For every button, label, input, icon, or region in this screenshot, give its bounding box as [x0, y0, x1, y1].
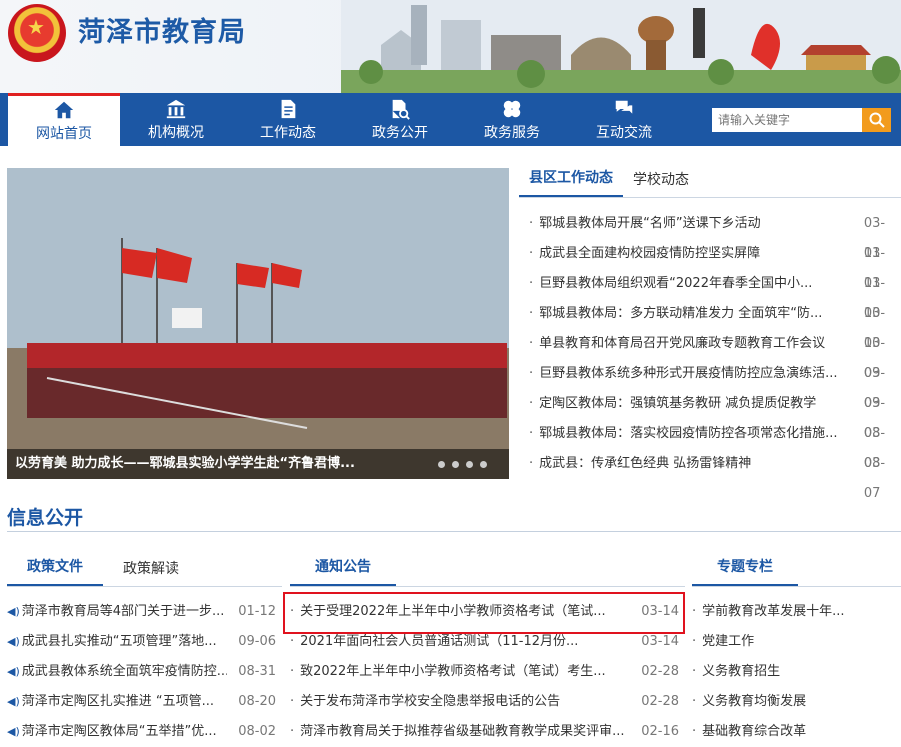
topic-item[interactable]: · 基础教育综合改革 — [692, 717, 901, 747]
policy-tabs: 政策文件 政策解读 — [7, 552, 282, 587]
document-icon — [281, 99, 296, 118]
news-item[interactable]: · 郓城县教体局：多方联动精准发力 全面筑牢“防... 03-10 — [519, 299, 901, 351]
county-news-panel: 县区工作动态 学校动态 · 郓城县教体局开展“名师”送课下乡活动 03-11 · 成武… — [519, 163, 901, 501]
news-item[interactable]: · 巨野县教体系统多种形式开展疫情防控应急演练活... 03-09 — [519, 359, 901, 411]
tab-notices[interactable]: 通知公告 — [290, 556, 396, 586]
topics-panel: 专题专栏 · 学前教育改革发展十年... · 党建工作 · 义务教育招生 · 义务教育均… — [692, 552, 901, 747]
news-slider[interactable]: 以劳育美 助力成长——郓城县实验小学学生赴“齐鲁君博... — [7, 168, 509, 479]
news-item[interactable]: · 巨野县教体局组织观看“2022年春季全国中小... 03-10 — [519, 269, 901, 321]
nav-home-label: 网站首页 — [36, 126, 92, 142]
search-input[interactable] — [712, 107, 862, 132]
topic-item[interactable]: · 学前教育改革发展十年... — [692, 597, 901, 627]
policy-item[interactable]: ◀) 菏泽市教育局等4部门关于进一步... 01-12 — [7, 597, 282, 627]
search-button[interactable] — [862, 107, 891, 132]
nav-organization-label: 机构概况 — [148, 124, 204, 141]
slider-dots — [438, 461, 487, 468]
policy-item[interactable]: ◀) 成武县扎实推动“五项管理”落地... 09-06 — [7, 627, 282, 657]
news-tabs: 县区工作动态 学校动态 — [519, 163, 901, 198]
tab-special-topics[interactable]: 专题专栏 — [692, 556, 798, 586]
main-nav: 网站首页 机构概况 工作动态 政务公开 政务服务 互动交流 — [0, 93, 901, 146]
topic-item[interactable]: · 党建工作 — [692, 627, 901, 657]
speaker-icon: ◀) — [7, 605, 20, 618]
nav-organization[interactable]: 机构概况 — [120, 93, 232, 146]
policy-list: ◀) 菏泽市教育局等4部门关于进一步... 01-12 ◀) 成武县扎实推动“五项管理… — [7, 597, 282, 747]
slide-photo — [7, 168, 509, 479]
speaker-icon: ◀) — [7, 635, 20, 648]
tab-policy-documents[interactable]: 政策文件 — [7, 556, 103, 586]
policy-item[interactable]: ◀) 菏泽市定陶区教体局“五举措”优... 08-02 — [7, 717, 282, 747]
news-item[interactable]: · 成武县全面建构校园疫情防控坚实屏障 03-11 — [519, 239, 901, 291]
nav-work-news[interactable]: 工作动态 — [232, 93, 344, 146]
home-icon — [54, 101, 74, 119]
notice-item[interactable]: · 菏泽市教育局关于拟推荐省级基础教育教学成果奖评审... 02-16 — [290, 717, 685, 747]
topics-tabs: 专题专栏 — [692, 552, 901, 587]
news-item[interactable]: · 郓城县教体局开展“名师”送课下乡活动 03-11 — [519, 209, 901, 261]
tab-policy-interpretation[interactable]: 政策解读 — [103, 558, 189, 586]
tab-school-news[interactable]: 学校动态 — [623, 169, 699, 197]
slider-dot[interactable] — [466, 461, 473, 468]
nav-government-services[interactable]: 政务服务 — [456, 93, 568, 146]
speaker-icon: ◀) — [7, 695, 20, 708]
news-item[interactable]: · 定陶区教体局：强镇筑基务教研 减负提质促教学 03-08 — [519, 389, 901, 441]
speaker-icon: ◀) — [7, 725, 20, 738]
news-item[interactable]: · 单县教育和体育局召开党风廉政专题教育工作会议 03-09 — [519, 329, 901, 381]
nav-home[interactable]: 网站首页 — [8, 93, 120, 146]
city-skyline-banner — [341, 0, 901, 93]
nav-government-affairs[interactable]: 政务公开 — [344, 93, 456, 146]
nav-government-services-label: 政务服务 — [484, 124, 540, 141]
search-bar — [712, 93, 891, 146]
nav-interaction-label: 互动交流 — [596, 124, 652, 141]
notice-item[interactable]: · 致2022年上半年中小学教师资格考试（笔试）考生... 02-28 — [290, 657, 685, 687]
slider-dot[interactable] — [452, 461, 459, 468]
news-item[interactable]: · 成武县：传承红色经典 弘扬雷锋精神 03-07 — [519, 449, 901, 501]
file-search-icon — [392, 99, 410, 120]
nav-government-affairs-label: 政务公开 — [372, 124, 428, 141]
site-title[interactable]: 菏泽市教育局 — [78, 10, 246, 49]
section-divider — [7, 531, 901, 532]
info-section-title: 信息公开 — [7, 507, 84, 529]
policy-item[interactable]: ◀) 成武县教体系统全面筑牢疫情防控... 08-31 — [7, 657, 282, 687]
notice-panel: 通知公告 · 关于受理2022年上半年中小学教师资格考试（笔试... 03-14 ·… — [290, 552, 685, 747]
chat-icon — [615, 100, 633, 114]
highlight-box — [283, 592, 685, 634]
policy-panel: 政策文件 政策解读 ◀) 菏泽市教育局等4部门关于进一步... 01-12 ◀) 成武… — [7, 552, 282, 747]
nav-interaction[interactable]: 互动交流 — [568, 93, 680, 146]
news-item[interactable]: · 郓城县教体局：落实校园疫情防控各项常态化措施... 03-08 — [519, 419, 901, 471]
notice-item[interactable]: · 关于发布菏泽市学校安全隐患举报电话的公告 02-28 — [290, 687, 685, 717]
topic-item[interactable]: · 义务教育均衡发展 — [692, 687, 901, 717]
clover-icon — [503, 100, 521, 117]
search-icon — [869, 112, 885, 128]
slider-dot[interactable] — [480, 461, 487, 468]
notice-tabs: 通知公告 — [290, 552, 685, 587]
speaker-icon: ◀) — [7, 665, 20, 678]
building-icon — [166, 99, 186, 118]
tab-county-news[interactable]: 县区工作动态 — [519, 167, 623, 197]
site-header: 菏泽市教育局 — [0, 0, 901, 93]
national-emblem-icon — [8, 4, 66, 62]
policy-item[interactable]: ◀) 菏泽市定陶区扎实推进 “五项管... 08-20 — [7, 687, 282, 717]
topics-list: · 学前教育改革发展十年... · 党建工作 · 义务教育招生 · 义务教育均衡发展 ·… — [692, 597, 901, 747]
news-list: · 郓城县教体局开展“名师”送课下乡活动 03-11 · 成武县全面建构校园疫情防控坚… — [519, 209, 901, 501]
slider-dot[interactable] — [438, 461, 445, 468]
topic-item[interactable]: · 义务教育招生 — [692, 657, 901, 687]
slide-caption[interactable]: 以劳育美 助力成长——郓城县实验小学学生赴“齐鲁君博... — [7, 449, 509, 479]
nav-work-news-label: 工作动态 — [260, 124, 316, 141]
